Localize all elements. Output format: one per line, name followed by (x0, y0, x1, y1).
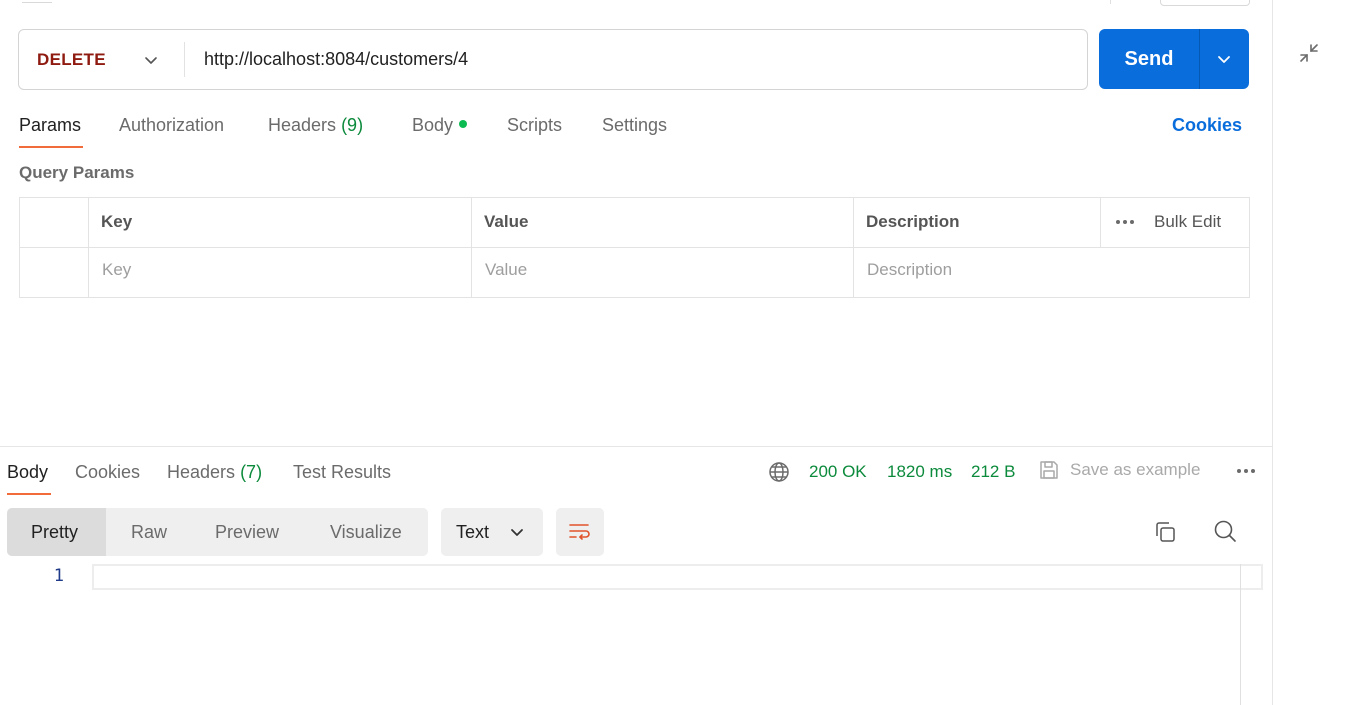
response-tab-cookies[interactable]: Cookies (75, 460, 140, 484)
response-tab-underline (7, 493, 51, 495)
editor-scrollbar-track[interactable] (1240, 564, 1241, 705)
cookies-link[interactable]: Cookies (1172, 113, 1242, 137)
query-params-title: Query Params (19, 163, 135, 182)
more-icon[interactable] (1114, 216, 1136, 228)
response-tab-headers-count: (7) (240, 462, 263, 482)
format-select[interactable]: Text (441, 508, 543, 556)
url-input[interactable]: http://localhost:8084/customers/4 (204, 30, 468, 89)
more-icon[interactable] (1235, 466, 1257, 476)
response-divider[interactable] (0, 446, 1272, 447)
request-bar: DELETE http://localhost:8084/customers/4 (18, 29, 1088, 90)
top-toolbar-button-remnant[interactable] (1160, 0, 1250, 6)
body-indicator-dot (459, 120, 468, 129)
send-label[interactable]: Send (1099, 29, 1199, 89)
tab-headers-count: (9) (341, 115, 364, 135)
key-input[interactable]: Key (102, 258, 131, 282)
column-header-description: Description (866, 212, 960, 231)
tab-headers[interactable]: Headers (9) (268, 113, 363, 137)
top-toolbar-divider (1110, 0, 1111, 4)
send-button[interactable]: Send (1099, 29, 1249, 89)
tab-active-underline (19, 146, 83, 148)
view-mode-visualize[interactable]: Visualize (330, 508, 402, 556)
collapse-icon[interactable] (1298, 42, 1320, 64)
chevron-down-icon (511, 529, 523, 536)
top-toolbar-remnant (22, 0, 52, 3)
tab-params[interactable]: Params (19, 113, 81, 137)
side-panel-divider (1272, 0, 1273, 705)
response-tab-headers[interactable]: Headers (7) (167, 460, 262, 484)
table-col-divider (88, 198, 89, 297)
bulk-edit-button[interactable]: Bulk Edit (1154, 210, 1221, 234)
table-col-divider (853, 198, 854, 297)
column-header-key: Key (101, 212, 133, 231)
globe-icon[interactable] (768, 461, 790, 483)
table-col-divider (471, 198, 472, 297)
tab-authorization[interactable]: Authorization (119, 113, 224, 137)
copy-icon[interactable] (1153, 520, 1177, 544)
view-mode-pretty[interactable]: Pretty (31, 508, 78, 556)
view-mode-raw[interactable]: Raw (131, 508, 167, 556)
tab-body-label: Body (412, 115, 454, 135)
description-input[interactable]: Description (867, 258, 952, 282)
column-header-value: Value (484, 212, 529, 231)
line-number: 1 (53, 566, 64, 586)
method-divider (184, 42, 185, 77)
send-divider (1199, 29, 1200, 89)
format-label: Text (456, 522, 490, 542)
params-table: Key Value Description Bulk Edit Key Valu… (19, 197, 1250, 298)
view-mode-selector: Pretty Raw Preview Visualize (7, 508, 428, 556)
wrap-lines-button[interactable] (556, 508, 604, 556)
tab-settings[interactable]: Settings (602, 113, 667, 137)
wrap-lines-icon (569, 524, 590, 540)
table-col-divider (1100, 198, 1101, 247)
tab-scripts[interactable]: Scripts (507, 113, 562, 137)
save-as-example-button[interactable]: Save as example (1070, 458, 1200, 482)
editor-current-line[interactable] (92, 564, 1263, 590)
save-icon (1040, 461, 1058, 479)
status-code[interactable]: 200 OK (809, 460, 867, 484)
response-size[interactable]: 212 B (971, 460, 1015, 484)
response-time[interactable]: 1820 ms (887, 460, 952, 484)
response-tab-body[interactable]: Body (7, 460, 48, 484)
search-icon[interactable] (1213, 519, 1237, 543)
tab-headers-label: Headers (268, 115, 337, 135)
view-mode-preview[interactable]: Preview (215, 508, 279, 556)
chevron-down-icon[interactable] (1216, 51, 1232, 67)
table-row-divider (20, 247, 1249, 248)
method-select[interactable]: DELETE (37, 30, 106, 89)
value-input[interactable]: Value (485, 258, 527, 282)
chevron-down-icon[interactable] (143, 52, 159, 68)
tab-body[interactable]: Body (412, 113, 468, 137)
response-tab-headers-label: Headers (167, 462, 236, 482)
response-tab-test-results[interactable]: Test Results (293, 460, 391, 484)
